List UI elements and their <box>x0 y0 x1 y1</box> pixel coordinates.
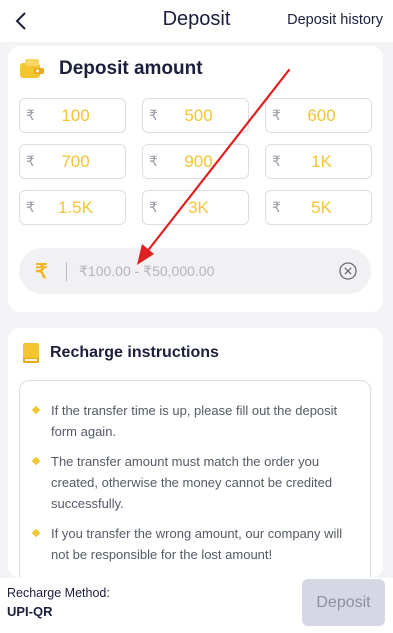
instructions-box: If the transfer time is up, please fill … <box>19 380 371 578</box>
input-divider <box>66 262 67 281</box>
instruction-item: The transfer amount must match the order… <box>20 451 370 514</box>
amount-option-500[interactable]: ₹500 <box>142 98 249 133</box>
instruction-item: If the transfer time is up, please fill … <box>20 400 370 442</box>
footer-bar: Recharge Method: UPI-QR Deposit <box>0 578 393 633</box>
rupee-icon: ₹ <box>35 261 48 283</box>
amount-value: 1K <box>311 152 332 171</box>
back-arrow-icon[interactable] <box>8 6 34 36</box>
amount-value: 3K <box>188 198 209 217</box>
amount-grid: ₹100 ₹500 ₹600 ₹700 ₹900 ₹1K ₹1.5K ₹3K ₹5K <box>19 98 372 225</box>
amount-value: 1.5K <box>58 198 93 217</box>
instruction-text: If the transfer time is up, please fill … <box>51 403 338 439</box>
amount-value: 500 <box>184 106 213 125</box>
clear-circle-icon[interactable] <box>339 262 357 280</box>
amount-option-1k[interactable]: ₹1K <box>265 144 372 179</box>
deposit-amount-card: Deposit amount ₹100 ₹500 ₹600 ₹700 ₹900 ₹1K ₹1… <box>8 46 383 312</box>
wallet-icon <box>20 59 44 78</box>
diamond-bullet-icon <box>31 456 41 466</box>
instruction-text: If you transfer the wrong amount, our co… <box>51 526 343 562</box>
instruction-item: If you transfer the wrong amount, our co… <box>20 523 370 565</box>
amount-option-5k[interactable]: ₹5K <box>265 190 372 225</box>
instruction-text: The transfer amount must match the order… <box>51 454 333 511</box>
amount-value: 700 <box>61 152 90 171</box>
amount-value: 100 <box>61 106 90 125</box>
book-icon <box>23 343 39 363</box>
deposit-amount-header: Deposit amount <box>19 58 203 80</box>
amount-option-1-5k[interactable]: ₹1.5K <box>19 190 126 225</box>
recharge-method-label: Recharge Method: <box>7 586 110 600</box>
amount-option-600[interactable]: ₹600 <box>265 98 372 133</box>
diamond-bullet-icon <box>31 405 41 415</box>
instructions-header: Recharge instructions <box>22 342 219 364</box>
amount-value: 900 <box>184 152 213 171</box>
diamond-bullet-icon <box>31 528 41 538</box>
amount-option-100[interactable]: ₹100 <box>19 98 126 133</box>
amount-option-900[interactable]: ₹900 <box>142 144 249 179</box>
amount-input[interactable] <box>79 256 319 286</box>
deposit-amount-title: Deposit amount <box>59 58 203 79</box>
amount-option-3k[interactable]: ₹3K <box>142 190 249 225</box>
amount-value: 600 <box>307 106 336 125</box>
amount-value: 5K <box>311 198 332 217</box>
deposit-button[interactable]: Deposit <box>302 579 385 626</box>
instructions-title: Recharge instructions <box>50 344 219 361</box>
amount-option-700[interactable]: ₹700 <box>19 144 126 179</box>
amount-input-box: ₹ <box>19 248 371 294</box>
recharge-instructions-card: Recharge instructions If the transfer ti… <box>8 328 383 578</box>
header-bar: Deposit Deposit history <box>0 0 393 42</box>
deposit-history-link[interactable]: Deposit history <box>287 12 383 28</box>
recharge-method-value: UPI-QR <box>7 604 53 619</box>
